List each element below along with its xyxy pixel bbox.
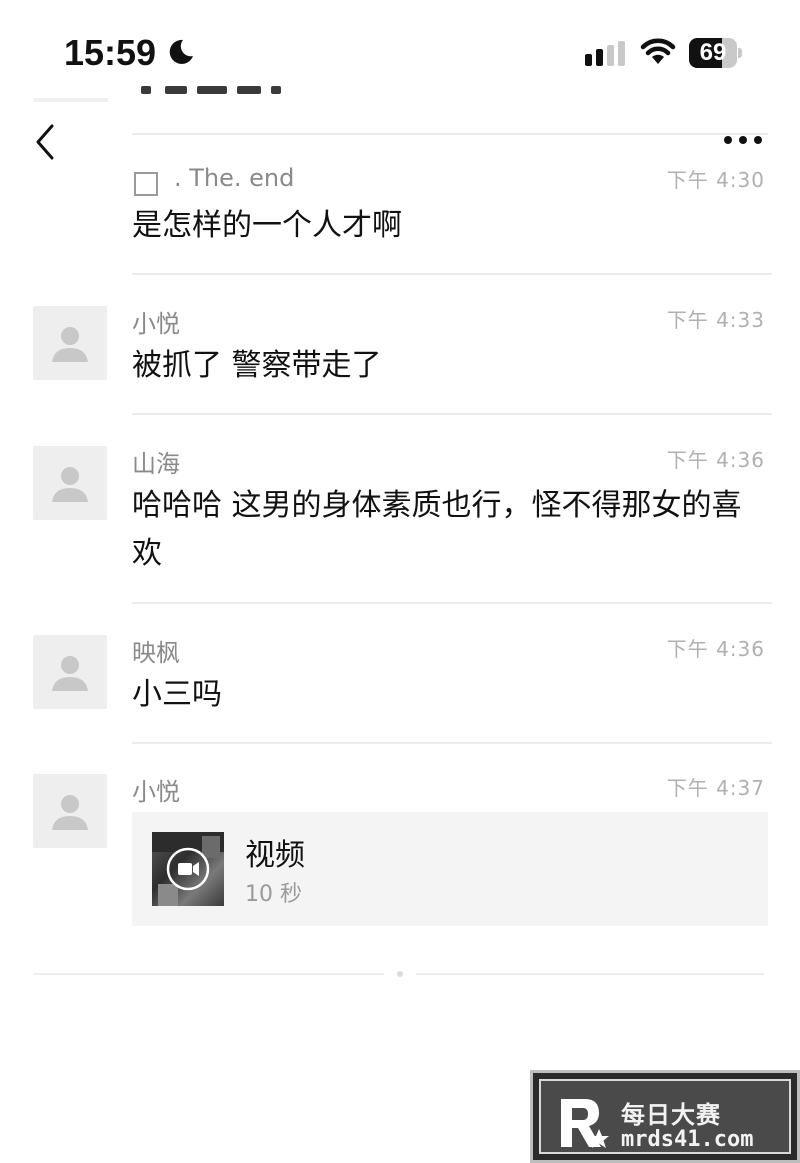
signal-icon [585,41,625,66]
message-time: 下午 4:37 [666,776,765,800]
status-bar: 15:59 69 [0,0,800,100]
divider [132,413,772,415]
video-camera-icon [152,832,224,906]
battery-level: 69 [699,39,727,66]
avatar[interactable] [33,446,107,520]
battery-icon: 69 [689,38,742,68]
default-user-icon [52,327,88,362]
video-thumbnail[interactable] [152,832,224,906]
avatar[interactable] [33,774,107,848]
message-author: . The. end [174,164,295,192]
divider [34,973,384,975]
video-title: 视频 [245,838,305,873]
default-user-icon [52,467,88,502]
video-duration: 10 秒 [245,882,302,907]
message-time: 下午 4:36 [666,637,765,661]
message-text: 小三吗 [132,677,222,712]
message-author: 山海 [132,450,180,478]
checkbox-icon[interactable] [134,172,158,196]
divider [416,973,764,975]
avatar[interactable] [33,306,107,380]
message-author: 小悦 [132,778,180,806]
message-time: 下午 4:30 [666,168,765,192]
message-text: 被抓了 警察带走了 [132,348,382,383]
previous-message-remnant [135,80,295,104]
avatar[interactable] [33,635,107,709]
chevron-left-icon[interactable] [30,120,60,164]
wifi-icon [640,38,676,64]
previous-avatar-edge [34,98,108,102]
watermark-logo-icon [561,1099,609,1148]
page-indicator-dot [397,971,403,977]
divider [132,133,768,135]
watermark: 每日大赛 mrds41.com [530,1070,800,1163]
watermark-text: 每日大赛 [621,1101,721,1129]
message-text: 是怎样的一个人才啊 [132,208,402,243]
watermark-url: mrds41.com [621,1127,754,1152]
message-author: 小悦 [132,310,180,338]
default-user-icon [52,795,88,830]
message-time: 下午 4:36 [666,448,765,472]
message-time: 下午 4:33 [666,308,765,332]
divider [132,273,772,275]
message-text: 哈哈哈 这男的身体素质也行，怪不得那女的喜欢 [132,488,742,571]
divider [132,602,772,604]
moon-icon [169,39,193,64]
default-user-icon [52,656,88,691]
divider [132,742,772,744]
video-card[interactable]: 视频 10 秒 [132,812,768,926]
message-author: 映枫 [132,639,180,667]
status-time: 15:59 [64,32,157,73]
